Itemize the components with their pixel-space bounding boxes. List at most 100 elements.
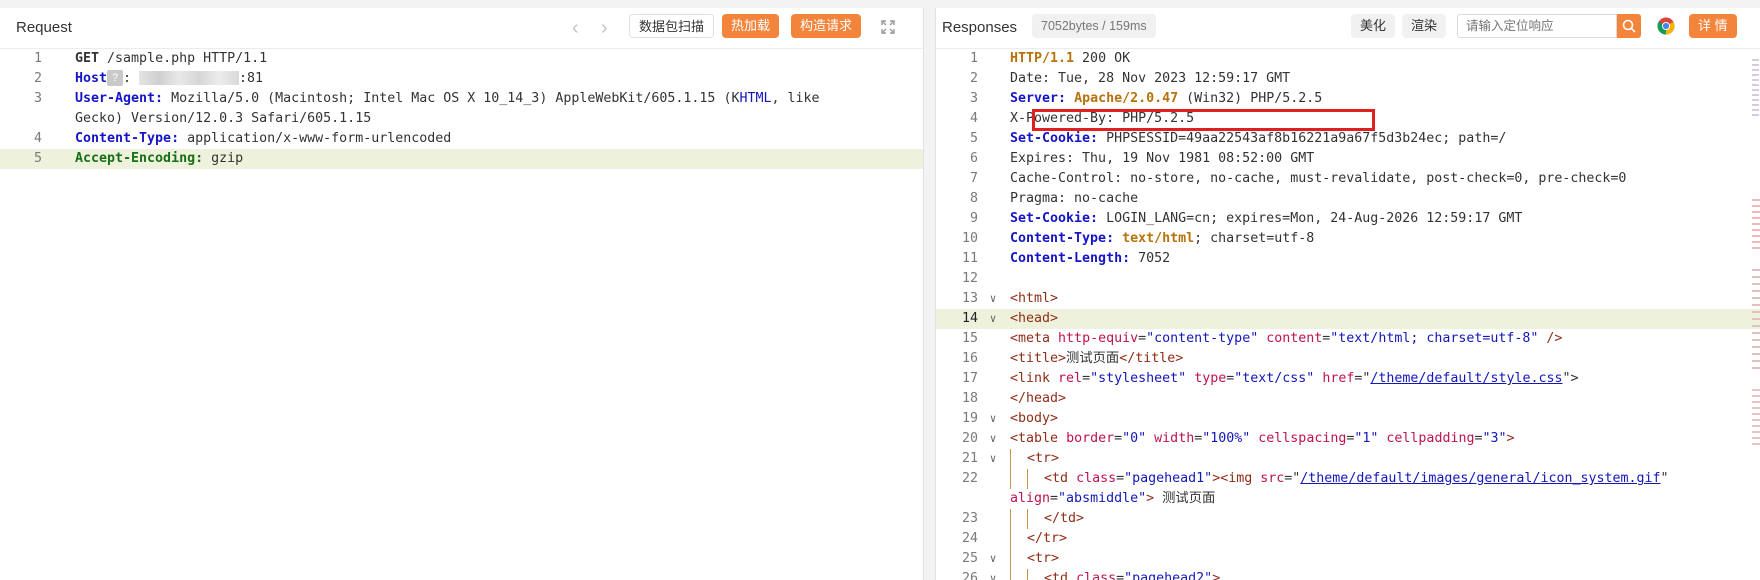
build-request-button[interactable]: 构造请求 xyxy=(791,14,862,38)
code-line[interactable]: 16 <title>测试页面</title> xyxy=(936,349,1760,369)
code-text: <td class="pagehead1"><img src="/theme/d… xyxy=(1010,469,1670,509)
code-line[interactable]: 5 Set-Cookie: PHPSESSID=49aa22543af8b1622… xyxy=(936,129,1760,149)
code-line[interactable]: 19 ∨ <body> xyxy=(936,409,1760,429)
code-line[interactable]: 13 ∨ <html> xyxy=(936,289,1760,309)
code-token: <td xyxy=(1044,571,1069,580)
indent-guide xyxy=(1027,569,1029,580)
code-text: User-Agent: Mozilla/5.0 (Macintosh; Inte… xyxy=(75,89,845,129)
code-text: <tr> xyxy=(1010,449,1670,469)
code-line[interactable]: 12 xyxy=(936,269,1760,289)
line-number: 25 xyxy=(961,551,978,566)
code-line[interactable]: 24 </tr> xyxy=(936,529,1760,549)
fold-chevron-icon[interactable]: ∨ xyxy=(987,289,999,309)
search-icon[interactable] xyxy=(1617,14,1641,38)
line-number: 8 xyxy=(969,191,978,206)
line-number: 3 xyxy=(969,91,978,106)
code-line[interactable]: 15 <meta http-equiv="content-type" conten… xyxy=(936,329,1760,349)
fullscreen-icon[interactable] xyxy=(881,20,895,34)
minimap[interactable] xyxy=(1748,49,1760,580)
fold-chevron-icon[interactable]: ∨ xyxy=(987,409,999,429)
code-text: <meta http-equiv="content-type" content=… xyxy=(1010,329,1670,349)
code-text: <td class="pagehead2"> xyxy=(1010,569,1670,580)
code-line[interactable]: 2 Date: Tue, 28 Nov 2023 12:59:17 GMT xyxy=(936,69,1760,89)
code-token: content xyxy=(1266,331,1323,346)
response-editor[interactable]: 1 HTTP/1.1 200 OK 2 Date: Tue, 28 Nov 2023 … xyxy=(936,49,1760,580)
code-token: <meta xyxy=(1010,331,1051,346)
code-line[interactable]: 5 Accept-Encoding: gzip xyxy=(0,149,923,169)
code-line[interactable]: 20 ∨ <table border="0" width="100%" cellsp… xyxy=(936,429,1760,449)
code-token: 测试页面 xyxy=(1066,351,1120,366)
request-header: Request ‹ › 数据包扫描 热加载 构造请求 xyxy=(0,8,923,49)
indent-guide xyxy=(1010,569,1011,580)
fold-chevron-icon[interactable]: ∨ xyxy=(987,569,999,580)
code-line[interactable]: 14 ∨ <head> xyxy=(936,309,1760,329)
code-line[interactable]: 10 Content-Type: text/html; charset=utf-8 xyxy=(936,229,1760,249)
code-text: X-Powered-By: PHP/5.2.5 xyxy=(1010,109,1670,129)
locate-response-input[interactable] xyxy=(1457,14,1617,38)
code-text: Expires: Thu, 19 Nov 1981 08:52:00 GMT xyxy=(1010,149,1670,169)
code-line[interactable]: 9 Set-Cookie: LOGIN_LANG=cn; expires=Mon,… xyxy=(936,209,1760,229)
fold-chevron-icon[interactable]: ∨ xyxy=(987,429,999,449)
request-editor[interactable]: 1 GET /sample.php HTTP/1.1 2 Host?: :81 3 Use… xyxy=(0,49,923,580)
code-token: 7052 xyxy=(1130,251,1171,266)
code-token: <tr> xyxy=(1027,551,1060,566)
code-token: "100%" xyxy=(1202,431,1251,446)
code-text: <html> xyxy=(1010,289,1670,309)
code-line[interactable]: 17 <link rel="stylesheet" type="text/css"… xyxy=(936,369,1760,389)
fold-chevron-icon[interactable]: ∨ xyxy=(987,549,999,569)
render-button[interactable]: 渲染 xyxy=(1402,14,1447,38)
code-token: <td xyxy=(1044,471,1069,486)
code-token: Date: Tue, 28 Nov 2023 12:59:17 GMT xyxy=(1010,71,1291,86)
request-title: Request xyxy=(16,19,72,36)
code-line[interactable]: 4 X-Powered-By: PHP/5.2.5 xyxy=(936,109,1760,129)
hot-load-button[interactable]: 热加载 xyxy=(722,14,780,38)
code-token: rel xyxy=(1058,371,1083,386)
code-token: "text/css" xyxy=(1234,371,1315,386)
code-line[interactable]: 6 Expires: Thu, 19 Nov 1981 08:52:00 GMT xyxy=(936,149,1760,169)
code-token: "1" xyxy=(1354,431,1379,446)
code-token: </title> xyxy=(1119,351,1184,366)
line-number: 1 xyxy=(969,51,978,66)
line-number: 19 xyxy=(961,411,978,426)
code-line[interactable]: 1 HTTP/1.1 200 OK xyxy=(936,49,1760,69)
beautify-button[interactable]: 美化 xyxy=(1351,14,1396,38)
packet-scan-button[interactable]: 数据包扫描 xyxy=(629,14,715,38)
code-line[interactable]: 23 </td> xyxy=(936,509,1760,529)
code-line[interactable]: 22 <td class="pagehead1"><img src="/them… xyxy=(936,469,1760,509)
code-line[interactable]: 18 </head> xyxy=(936,389,1760,409)
fold-chevron-icon[interactable]: ∨ xyxy=(987,309,999,329)
code-token: 200 OK xyxy=(1074,51,1131,66)
code-line[interactable]: 3 Server: Apache/2.0.47 (Win32) PHP/5.2.5 xyxy=(936,89,1760,109)
code-token: = xyxy=(1082,371,1091,386)
request-panel: Request ‹ › 数据包扫描 热加载 构造请求 1 GET /sample.… xyxy=(0,8,924,580)
code-line[interactable]: 4 Content-Type: application/x-www-form-ur… xyxy=(0,129,923,149)
help-icon[interactable]: ? xyxy=(107,70,124,86)
code-line[interactable]: 21 ∨ <tr> xyxy=(936,449,1760,469)
code-line[interactable]: 25 ∨ <tr> xyxy=(936,549,1760,569)
chevron-right-icon[interactable]: › xyxy=(601,8,608,48)
code-line[interactable]: 26 ∨ <td class="pagehead2"> xyxy=(936,569,1760,580)
code-line[interactable]: 1 GET /sample.php HTTP/1.1 xyxy=(0,49,923,69)
code-line[interactable]: 8 Pragma: no-cache xyxy=(936,189,1760,209)
code-text: Host?: :81 xyxy=(75,69,845,89)
code-token: /> xyxy=(1538,331,1563,346)
chevron-left-icon[interactable]: ‹ xyxy=(572,8,579,48)
code-token: = xyxy=(1114,431,1123,446)
chrome-icon[interactable] xyxy=(1657,17,1675,35)
code-line[interactable]: 3 User-Agent: Mozilla/5.0 (Macintosh; Int… xyxy=(0,89,923,129)
code-text: </head> xyxy=(1010,389,1670,409)
fold-chevron-icon[interactable]: ∨ xyxy=(987,449,999,469)
code-token: http-equiv xyxy=(1058,331,1139,346)
code-line[interactable]: 7 Cache-Control: no-store, no-cache, must… xyxy=(936,169,1760,189)
code-line[interactable]: 11 Content-Length: 7052 xyxy=(936,249,1760,269)
indent-guide xyxy=(1027,509,1029,529)
code-token: :81 xyxy=(239,71,264,86)
code-token: Apache/2.0.47 xyxy=(1074,91,1179,106)
code-text: </tr> xyxy=(1010,529,1670,549)
code-token: : xyxy=(123,71,140,86)
code-line[interactable]: 2 Host?: :81 xyxy=(0,69,923,89)
code-token: = xyxy=(1050,491,1059,506)
detail-button[interactable]: 详 情 xyxy=(1689,14,1737,38)
